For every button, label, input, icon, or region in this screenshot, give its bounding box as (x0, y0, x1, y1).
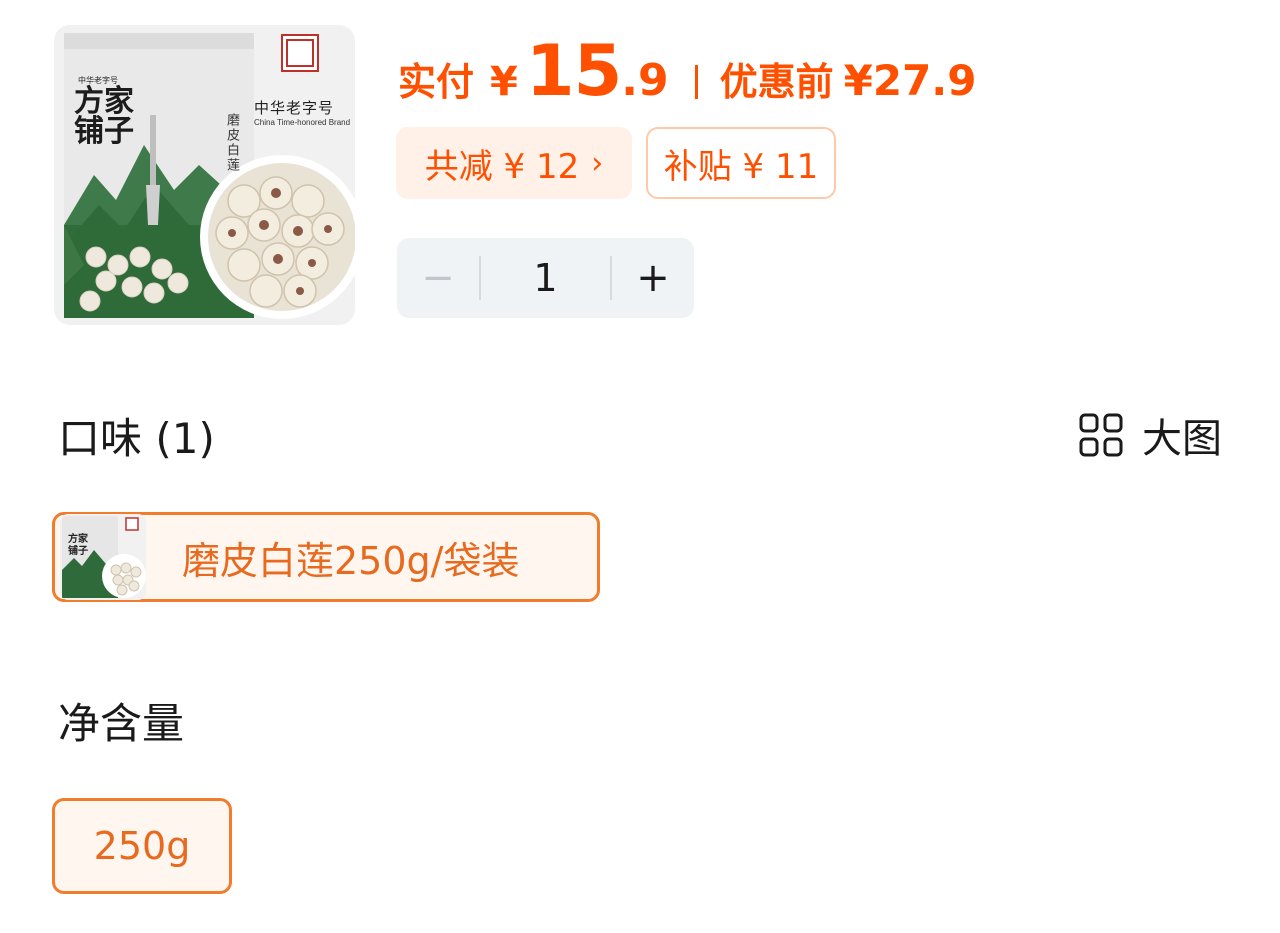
paid-price-integer: 15 (525, 30, 622, 112)
subsidy-tag: 补贴 ¥ 11 (646, 127, 836, 199)
increment-button[interactable]: + (612, 238, 694, 318)
svg-text:铺子: 铺子 (68, 544, 88, 557)
big-image-toggle[interactable]: 大图 (1078, 406, 1222, 464)
svg-text:方家: 方家 (68, 532, 89, 545)
original-price-label: 优惠前 (719, 60, 834, 104)
paid-price-decimal: .9 (621, 55, 669, 106)
time-honored-brand-en: China Time-honored Brand (254, 118, 351, 127)
product-package-art (64, 33, 355, 319)
price-row: 实付 ¥ 15 .9 优惠前 ¥27.9 (398, 36, 977, 108)
flavor-option-selected[interactable]: 方家 铺子 磨皮白莲250g/袋装 (52, 512, 600, 602)
decrement-button[interactable]: − (397, 238, 479, 318)
flavor-section-title: 口味 (1) (58, 414, 215, 463)
flavor-option-thumbnail: 方家 铺子 (60, 514, 146, 600)
total-discount-label: 共减 ¥ 12 (424, 146, 580, 187)
time-honored-brand-cn: 中华老字号 (254, 99, 335, 117)
flavor-option-label: 磨皮白莲250g/袋装 (182, 538, 520, 583)
quantity-stepper: − 1 + (397, 238, 694, 318)
quantity-value[interactable]: 1 (481, 256, 610, 300)
chevron-right-icon: › (591, 145, 604, 181)
package-brand-title: 方家 铺子 (74, 84, 134, 149)
product-thumbnail[interactable]: 中华老字号 方家 铺子 磨皮白莲 中华老字号 China Time-honore… (54, 25, 355, 325)
total-discount-tag[interactable]: 共减 ¥ 12 › (396, 127, 632, 199)
paid-currency: ¥ (490, 59, 518, 105)
net-content-option-selected[interactable]: 250g (52, 798, 232, 894)
grid-icon (1079, 413, 1123, 457)
net-content-section-title: 净含量 (58, 699, 185, 748)
big-image-label: 大图 (1142, 416, 1222, 462)
price-separator (694, 65, 698, 99)
original-price: ¥27.9 (843, 56, 977, 105)
paid-label: 实付 (398, 60, 475, 104)
subsidy-label: 补贴 ¥ 11 (663, 146, 819, 187)
package-product-name: 磨皮白莲 (224, 113, 239, 173)
net-content-option-label: 250g (93, 824, 191, 868)
